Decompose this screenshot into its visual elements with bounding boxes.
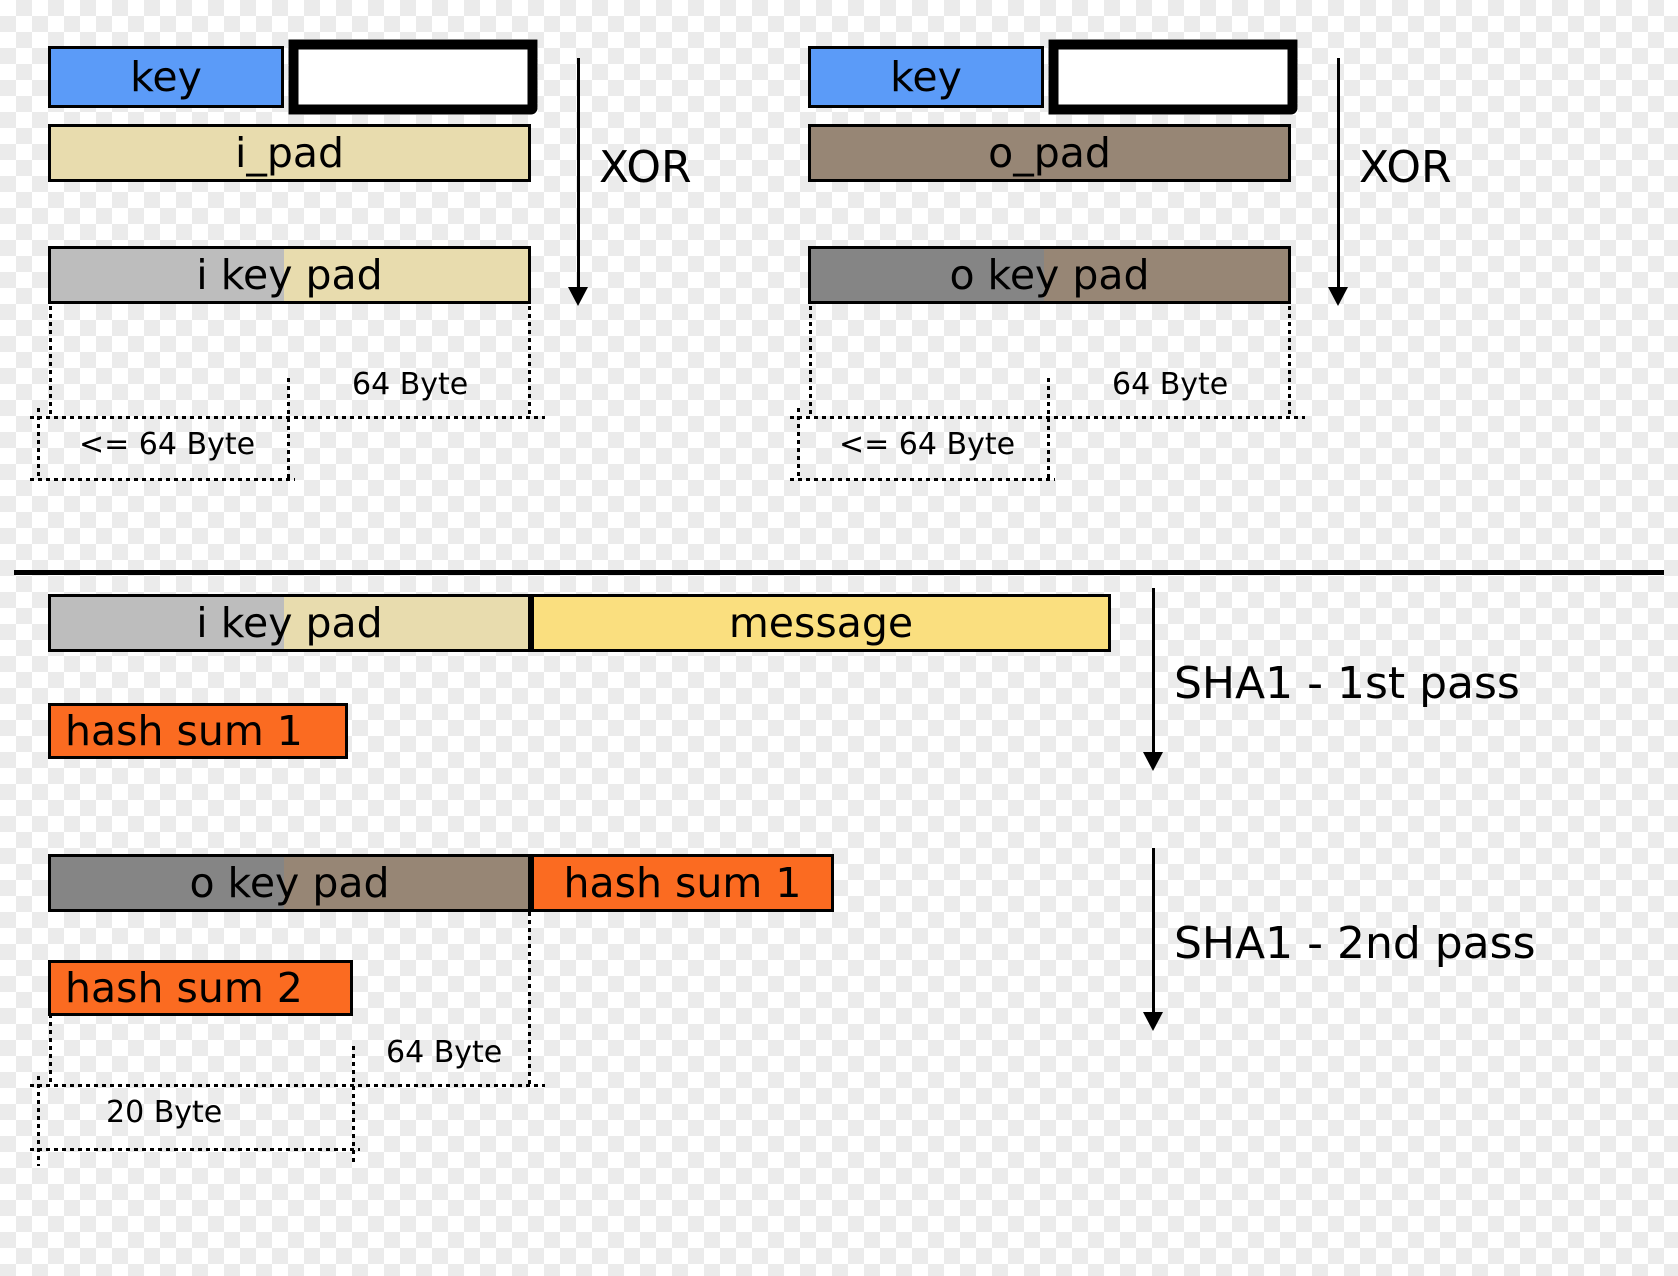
top-left-key-label: key [130,52,202,101]
top-left-ipad-label: i_pad [234,128,345,177]
pass2-okeypad-label: o key pad [189,858,390,907]
top-right-okeypad-label: o key pad [949,250,1150,299]
pass2-hashsum1-input-bar: hash sum 1 [531,854,834,912]
pass1-hashsum1-label: hash sum 1 [65,706,303,755]
top-right-empty-key-box [1048,39,1298,115]
top-right-dim-le64-right-tick [1047,378,1050,480]
pass1-sha1-label: SHA1 - 1st pass [1174,658,1520,709]
top-right-dim-le64-line [790,478,1055,481]
top-right-opad-bar: o_pad [808,124,1291,182]
top-left-key-bar: key [48,46,284,108]
top-right-dim-le64-label: <= 64 Byte [839,427,1016,462]
pass1-message-label: message [728,598,914,647]
top-right-xor-label: XOR [1359,142,1452,193]
top-right-key-label: key [890,52,962,101]
top-left-dim-le64-right-tick [287,378,290,480]
top-left-xor-arrow [566,58,590,306]
top-left-empty-key-box [288,39,538,115]
top-left-dim-le64-label: <= 64 Byte [79,427,256,462]
pass2-okeypad-bar: o key pad [48,854,531,912]
pass2-hashsum2-bar: hash sum 2 [48,960,353,1016]
pass1-ikeypad-bar: i key pad [48,594,531,652]
pass2-dim-64-right-tick [528,912,531,1086]
pass2-dim-20-label: 20 Byte [106,1095,223,1130]
pass2-dim-64-label: 64 Byte [386,1035,503,1070]
pass2-sha1-label: SHA1 - 2nd pass [1174,918,1536,969]
top-right-key-bar: key [808,46,1044,108]
top-right-okeypad-bar: o key pad [808,246,1291,304]
pass1-sha1-arrow [1142,588,1164,773]
top-left-dim-64-label: 64 Byte [352,367,469,402]
section-divider [14,570,1664,575]
top-right-dim-64-right-tick [1288,306,1291,418]
pass2-dim-20-left-tick [37,1076,40,1166]
top-left-dim-64-right-tick [528,306,531,418]
top-left-ikeypad-label: i key pad [196,250,383,299]
pass2-dim-20-line [30,1148,360,1151]
pass1-message-bar: message [531,594,1111,652]
top-left-dim-64-left-tick [49,306,52,418]
top-left-dim-le64-line [30,478,295,481]
pass2-hashsum2-label: hash sum 2 [65,963,303,1012]
top-left-dim-le64-left-tick [37,408,40,480]
pass2-dim-64-line [30,1084,545,1087]
top-right-dim-le64-left-tick [797,408,800,480]
top-left-xor-label: XOR [599,142,692,193]
pass2-hashsum1-input-label: hash sum 1 [563,858,802,907]
pass1-hashsum1-bar: hash sum 1 [48,703,348,759]
top-right-opad-label: o_pad [988,128,1111,177]
pass2-sha1-arrow [1142,848,1164,1033]
pass1-ikeypad-label: i key pad [196,598,383,647]
hmac-diagram: key i_pad XOR i key pad 64 Byte <= 64 By… [0,0,1678,1276]
top-right-xor-arrow [1326,58,1350,306]
top-right-dim-64-label: 64 Byte [1112,367,1229,402]
top-left-ipad-bar: i_pad [48,124,531,182]
pass2-dim-64-left-tick [49,1014,52,1086]
top-left-ikeypad-bar: i key pad [48,246,531,304]
top-right-dim-64-left-tick [809,306,812,418]
